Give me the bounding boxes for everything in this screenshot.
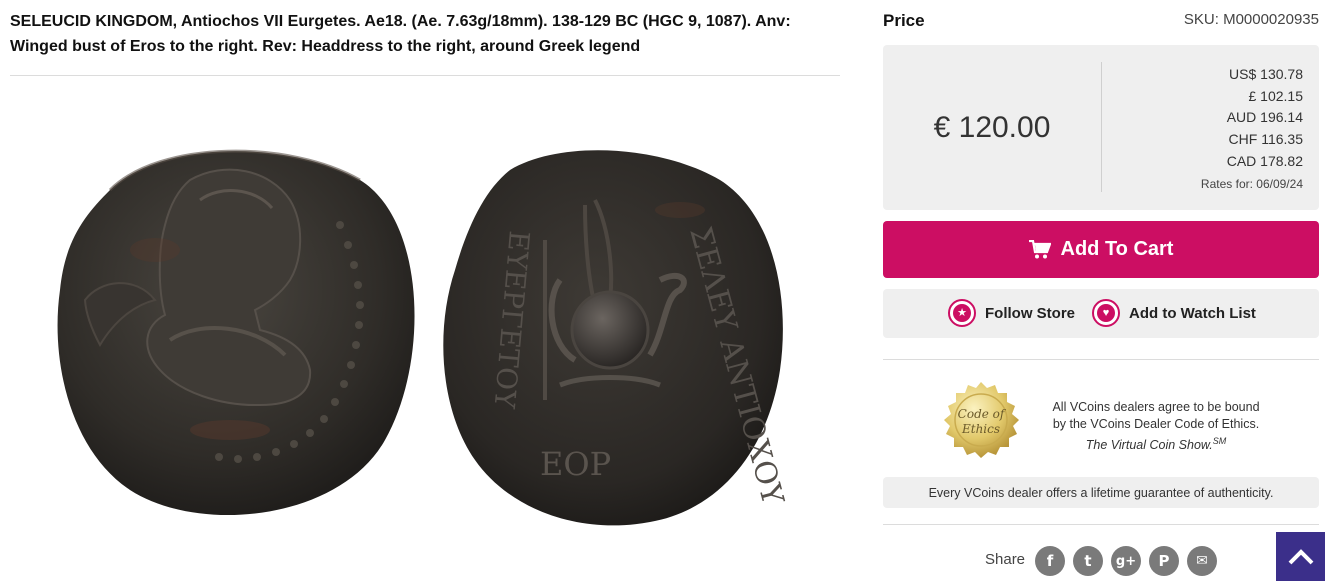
chevron-up-icon: [1288, 548, 1313, 564]
conversion-gbp: £ 102.15: [1248, 87, 1304, 104]
share-label: Share: [985, 551, 1026, 568]
conversion-cad: CAD 178.82: [1226, 152, 1303, 169]
follow-store-label: Follow Store: [985, 304, 1075, 322]
add-to-watch-list-label: Add to Watch List: [1129, 304, 1256, 322]
main-price: € 120.00: [933, 110, 1051, 144]
ethics-line-2: by the VCoins Dealer Code of Ethics.: [1052, 417, 1260, 431]
add-to-watch-list-button[interactable]: ♥ Add to Watch List: [1092, 299, 1256, 327]
authenticity-guarantee: Every VCoins dealer offers a lifetime gu…: [883, 477, 1319, 508]
ethics-line-1: All VCoins dealers agree to be bound: [1052, 400, 1260, 414]
back-to-top-button[interactable]: [1276, 532, 1325, 581]
section-divider: [883, 359, 1319, 360]
coin-obverse: [57, 149, 415, 516]
facebook-icon[interactable]: f: [1035, 546, 1065, 576]
follow-store-button[interactable]: ★ Follow Store: [948, 299, 1075, 327]
sku-label: SKU: M0000020935: [1183, 11, 1319, 28]
coin-reverse: ΣΕΛΕΥ ΑΝΤΙΟΧΟΥ ΕΥΕΡΓΕΤΟΥ ΕΟΡ: [443, 150, 790, 526]
ethics-line-3-text: The Virtual Coin Show.: [1085, 438, 1213, 453]
heart-icon: ♥: [1092, 299, 1120, 327]
rates-date: Rates for: 06/09/24: [1200, 176, 1303, 191]
coin-legend-bottom: ΕΟΡ: [540, 445, 611, 483]
pinterest-icon[interactable]: P: [1149, 546, 1179, 576]
google-plus-icon[interactable]: g+: [1111, 546, 1141, 576]
title-divider: [10, 75, 840, 76]
coin-photo: ΣΕΛΕΥ ΑΝΤΙΟΧΟΥ ΕΥΕΡΓΕΤΟΥ ΕΟΡ: [40, 130, 820, 560]
email-icon[interactable]: ✉: [1187, 546, 1217, 576]
twitter-icon[interactable]: t: [1073, 546, 1103, 576]
follow-watch-bar: ★ Follow Store ♥ Add to Watch List: [883, 289, 1319, 338]
cart-icon: [1028, 239, 1051, 258]
listing-title: SELEUCID KINGDOM, Antiochos VII Eurgetes…: [10, 13, 791, 55]
code-of-ethics-seal[interactable]: Code of Ethics: [937, 380, 1025, 471]
add-to-cart-label: Add To Cart: [1060, 238, 1174, 260]
conversion-aud: AUD 196.14: [1226, 109, 1303, 126]
currency-conversions: US$ 130.78 £ 102.15 AUD 196.14 CHF 116.3…: [1201, 64, 1303, 193]
conversion-chf: CHF 116.35: [1228, 131, 1303, 148]
share-icons: f t g+ P ✉: [1035, 546, 1217, 576]
price-divider: [1101, 62, 1102, 192]
section-divider-2: [883, 524, 1319, 525]
seal-text-line2: Ethics: [961, 422, 1000, 436]
price-heading: Price: [883, 11, 925, 30]
price-box: € 120.00 US$ 130.78 £ 102.15 AUD 196.14 …: [883, 45, 1319, 210]
service-mark: SM: [1212, 436, 1227, 446]
star-icon: ★: [948, 299, 976, 327]
conversion-usd: US$ 130.78: [1229, 66, 1303, 82]
ethics-line-3: The Virtual Coin Show.SM: [1040, 433, 1272, 454]
add-to-cart-button[interactable]: Add To Cart: [883, 221, 1319, 278]
seal-text-line1: Code of: [958, 407, 1007, 421]
ethics-statement: All VCoins dealers agree to be bound by …: [1040, 399, 1272, 454]
